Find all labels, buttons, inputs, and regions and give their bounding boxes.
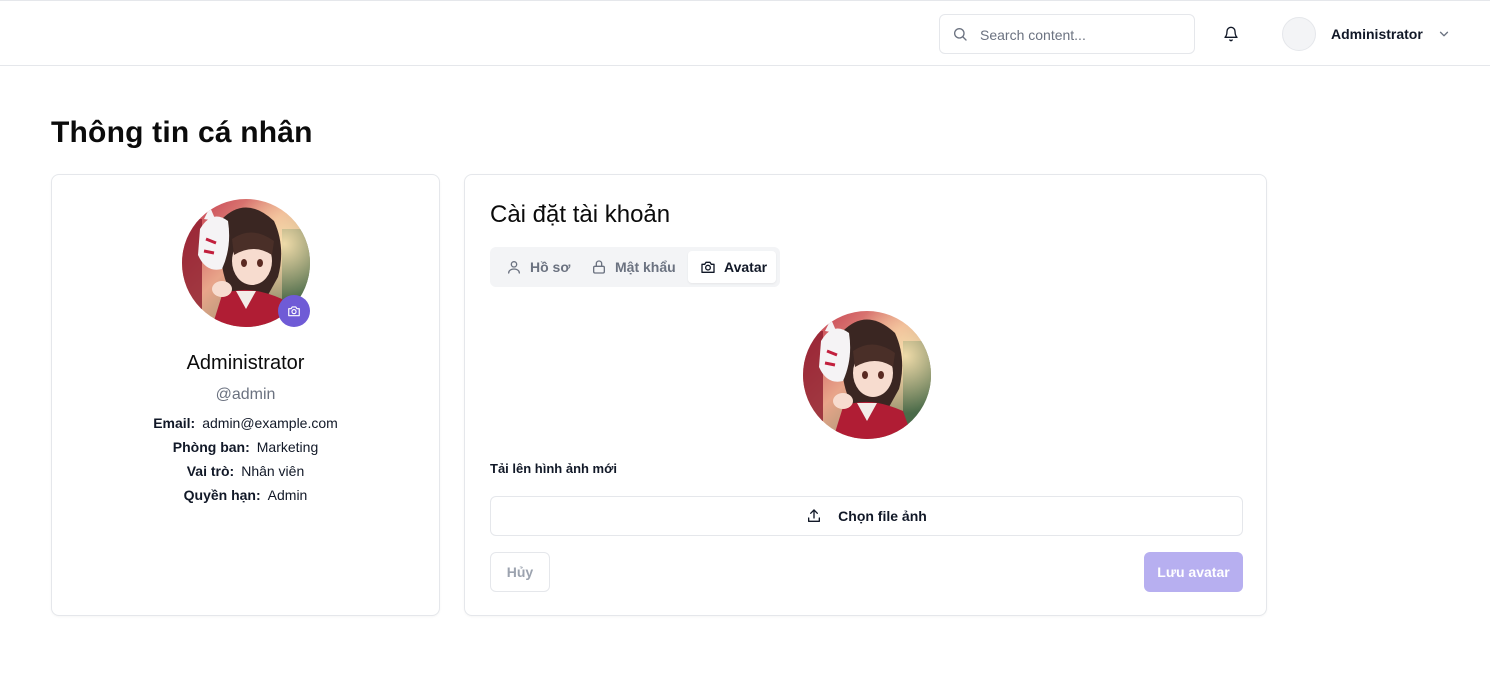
avatar <box>1282 17 1316 51</box>
permission-value: Admin <box>267 487 308 503</box>
cancel-button[interactable]: Hủy <box>490 552 550 592</box>
chevron-down-icon <box>1437 27 1451 41</box>
choose-file-button[interactable]: Chọn file ảnh <box>490 496 1243 536</box>
tab-profile-label: Hồ sơ <box>530 259 571 275</box>
user-icon <box>508 261 520 274</box>
profile-department-row: Phòng ban: Marketing <box>52 439 439 455</box>
upload-label: Tải lên hình ảnh mới <box>490 461 617 476</box>
profile-permission-row: Quyền hạn: Admin <box>52 487 439 503</box>
profile-name: Administrator <box>186 352 305 374</box>
profile-role-row: Vai trò: Nhân viên <box>52 463 439 479</box>
top-header: Administrator <box>0 0 1490 66</box>
profile-username: @admin <box>215 386 276 403</box>
search-icon <box>954 28 967 41</box>
upload-icon <box>808 509 821 522</box>
notification-bell-icon[interactable] <box>1221 23 1241 45</box>
role-value: Nhân viên <box>241 463 305 479</box>
choose-file-label: Chọn file ảnh <box>838 508 927 524</box>
settings-title: Cài đặt tài khoản <box>490 201 671 228</box>
email-value: admin@example.com <box>202 415 338 431</box>
role-label: Vai trò: <box>186 463 235 479</box>
profile-card: Administrator @admin Email: admin@example… <box>51 174 440 616</box>
user-menu[interactable]: Administrator <box>1282 17 1451 51</box>
tab-avatar[interactable]: Avatar <box>688 251 776 283</box>
user-name: Administrator <box>1331 26 1423 42</box>
search-input[interactable] <box>980 24 1180 46</box>
save-avatar-button[interactable]: Lưu avatar <box>1144 552 1243 592</box>
settings-tabs: Hồ sơ Mật khẩu Avatar <box>490 247 780 287</box>
department-label: Phòng ban: <box>172 439 250 455</box>
avatar-preview <box>803 311 931 439</box>
search-box[interactable] <box>939 14 1195 54</box>
email-label: Email: <box>153 415 196 431</box>
tab-password[interactable]: Mật khẩu <box>591 251 686 283</box>
camera-icon <box>701 261 715 273</box>
change-avatar-camera-icon[interactable] <box>278 295 310 327</box>
permission-label: Quyền hạn: <box>183 487 261 503</box>
page-title: Thông tin cá nhân <box>51 116 313 149</box>
lock-icon <box>593 260 605 274</box>
account-settings-card: Cài đặt tài khoản Hồ sơ Mật khẩu Avatar … <box>464 174 1267 616</box>
tab-password-label: Mật khẩu <box>615 259 676 275</box>
profile-email-row: Email: admin@example.com <box>52 415 439 431</box>
tab-avatar-label: Avatar <box>724 259 768 275</box>
department-value: Marketing <box>256 439 319 455</box>
tab-profile[interactable]: Hồ sơ <box>506 251 586 283</box>
